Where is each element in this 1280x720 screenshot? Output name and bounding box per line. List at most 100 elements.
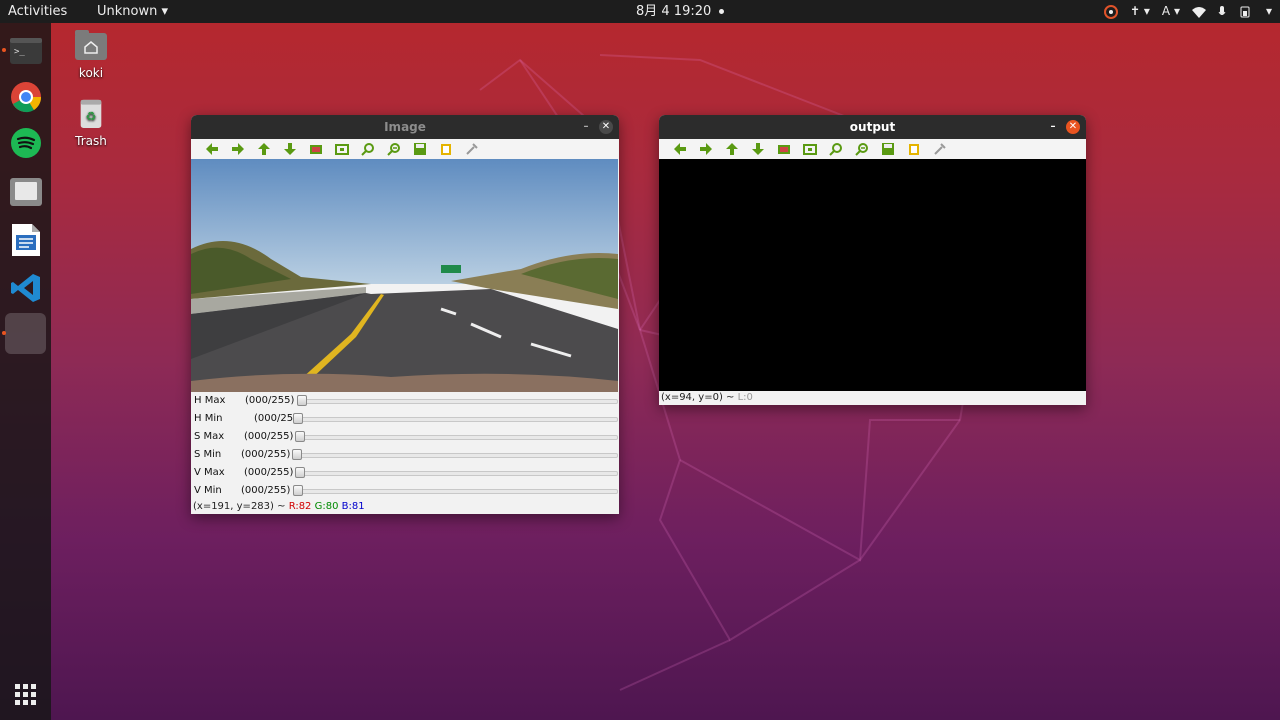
dock-spotify[interactable]: [5, 122, 46, 163]
fit-image-button[interactable]: [303, 140, 329, 158]
window-titlebar[interactable]: Image – ✕: [191, 115, 619, 139]
accessibility-icon[interactable]: ✝ ▾: [1130, 0, 1150, 23]
trackbar-rail[interactable]: [295, 435, 618, 440]
trackbar-slider[interactable]: [295, 467, 305, 478]
wifi-icon[interactable]: [1191, 0, 1206, 23]
arrow-left-icon: [206, 143, 218, 155]
desktop-icon-trash[interactable]: ♻ Trash: [61, 98, 121, 148]
arrow-left-icon: [674, 143, 686, 155]
save-button[interactable]: [407, 140, 433, 158]
show-apps-button[interactable]: [5, 674, 46, 715]
app-menu-label: Unknown: [97, 4, 158, 19]
arrow-left-button[interactable]: [199, 140, 225, 158]
properties-icon: [934, 143, 946, 155]
trackbar-value: (000/255): [241, 485, 291, 496]
highway-sign: [441, 265, 461, 273]
trackbar-value: (000/255): [244, 467, 294, 478]
volume-icon[interactable]: [1218, 0, 1226, 23]
save-button[interactable]: [875, 140, 901, 158]
chevron-down-icon: ▾: [161, 4, 169, 19]
app-menu[interactable]: Unknown ▾: [97, 0, 168, 23]
zoom-in-button[interactable]: [355, 140, 381, 158]
status-coords: (x=191, y=283) ~: [193, 501, 286, 512]
copy-icon: [909, 144, 919, 155]
trackbar-slider[interactable]: [297, 395, 307, 406]
minimize-button[interactable]: –: [579, 120, 593, 134]
running-indicator: [2, 331, 6, 335]
arrow-up-icon: [726, 143, 738, 155]
trackbar-name: S Max: [194, 431, 225, 442]
trackbar-rail[interactable]: [293, 417, 618, 422]
dock-writer[interactable]: [5, 219, 46, 260]
trackbar-slider[interactable]: [293, 413, 303, 424]
properties-button[interactable]: [459, 140, 485, 158]
trackbar-slider[interactable]: [295, 431, 305, 442]
trackbar-slider[interactable]: [292, 449, 302, 460]
arrow-left-button[interactable]: [667, 140, 693, 158]
trackbar-rail[interactable]: [293, 489, 618, 494]
trackbar-rail[interactable]: [295, 471, 618, 476]
copy-button[interactable]: [433, 140, 459, 158]
zoom-out-button[interactable]: [381, 140, 407, 158]
updates-icon[interactable]: [1104, 0, 1118, 23]
dock-terminal[interactable]: >_: [2, 30, 46, 71]
arrow-up-icon: [258, 143, 270, 155]
output-canvas[interactable]: [659, 159, 1086, 391]
dock-chrome[interactable]: [5, 76, 46, 117]
trackbar-row: V Max (000/255): [191, 464, 619, 482]
zoom-fit-button[interactable]: [797, 140, 823, 158]
fit-image-button[interactable]: [771, 140, 797, 158]
svg-text:>_: >_: [14, 47, 25, 57]
close-button[interactable]: ✕: [599, 120, 613, 134]
trackbar-value: (000/255): [245, 395, 295, 406]
window-title: output: [849, 120, 896, 134]
trash-icon: ♻: [80, 99, 102, 128]
notification-dot: [719, 9, 725, 14]
copy-button[interactable]: [901, 140, 927, 158]
trackbar-name: V Min: [194, 485, 222, 496]
arrow-right-button[interactable]: [693, 140, 719, 158]
system-tray[interactable]: ✝ ▾ A ▾ ▾: [1104, 0, 1272, 23]
window-titlebar[interactable]: output – ✕: [659, 115, 1086, 139]
arrow-down-button[interactable]: [277, 140, 303, 158]
battery-icon[interactable]: [1238, 0, 1254, 23]
trackbar-row: S Max (000/255): [191, 428, 619, 446]
dock-active-app[interactable]: [2, 313, 46, 354]
trackbar-panel: H Max (000/255) H Min (000/255) S Max (000/25…: [191, 392, 619, 500]
arrow-down-button[interactable]: [745, 140, 771, 158]
trackbar-rail[interactable]: [292, 453, 618, 458]
image-canvas[interactable]: [191, 159, 619, 392]
trackbar-name: H Max: [194, 395, 226, 406]
desktop-icon-home[interactable]: koki: [61, 30, 121, 80]
arrow-up-button[interactable]: [719, 140, 745, 158]
minimize-button[interactable]: –: [1046, 120, 1060, 134]
properties-button[interactable]: [927, 140, 953, 158]
arrow-up-button[interactable]: [251, 140, 277, 158]
show-apps-icon: [14, 683, 36, 705]
trackbar-rail[interactable]: [297, 399, 618, 404]
dock-files[interactable]: [5, 170, 46, 211]
trackbar-slider[interactable]: [293, 485, 303, 496]
activities-button[interactable]: Activities: [8, 0, 67, 23]
window-title: Image: [384, 120, 426, 134]
input-method-indicator[interactable]: A ▾: [1162, 0, 1180, 23]
dock-vscode[interactable]: [5, 267, 46, 308]
dock: >_: [0, 23, 51, 720]
zoom-out-icon: [387, 143, 400, 156]
zoom-out-button[interactable]: [849, 140, 875, 158]
system-menu-chevron-icon[interactable]: ▾: [1266, 0, 1272, 23]
close-button[interactable]: ✕: [1066, 120, 1080, 134]
status-r: R:82: [288, 501, 312, 512]
output-window: output – ✕ (x=94, y=0) ~ L:0: [659, 115, 1086, 405]
status-bar: (x=94, y=0) ~ L:0: [659, 391, 1086, 404]
running-indicator: [2, 48, 6, 52]
trackbar-name: V Max: [194, 467, 225, 478]
arrow-right-button[interactable]: [225, 140, 251, 158]
zoom-fit-button[interactable]: [329, 140, 355, 158]
vscode-icon: [10, 273, 40, 302]
trackbar-value: (000/255): [244, 431, 294, 442]
desktop-icon-label: koki: [78, 66, 104, 80]
clock[interactable]: 8月 4 19:20: [636, 0, 725, 23]
fit-image-icon: [778, 145, 790, 154]
zoom-in-button[interactable]: [823, 140, 849, 158]
